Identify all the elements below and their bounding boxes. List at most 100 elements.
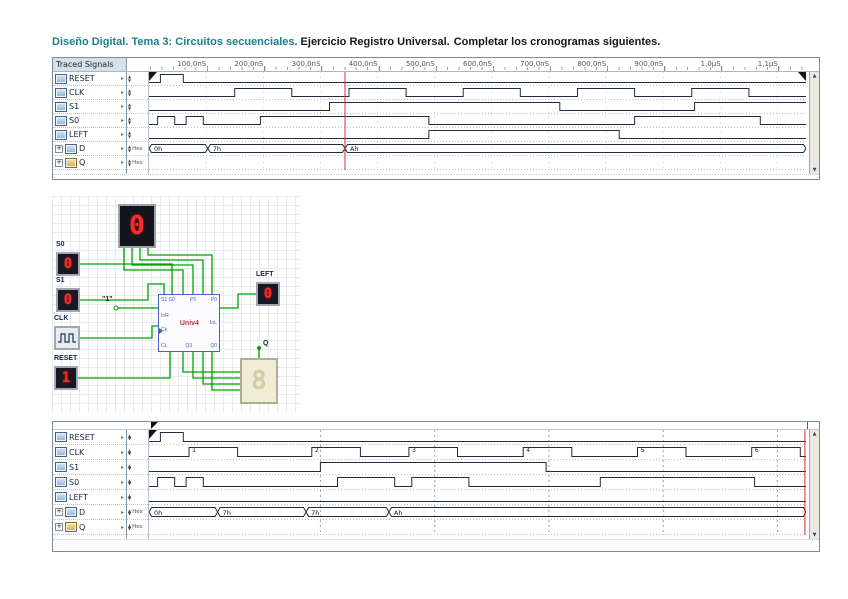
scale-arrows-icon[interactable]: ▲▼ <box>128 103 131 110</box>
row-scale-controls[interactable]: ▲▼ <box>127 128 148 142</box>
expand-icon[interactable]: + <box>55 508 63 516</box>
wave-reset <box>149 75 806 83</box>
scale-arrows-icon[interactable]: ▲▼ <box>128 89 131 96</box>
signal-direction-icon: ▸ <box>121 117 124 124</box>
signal-row-reset[interactable]: RESET▸ <box>53 72 126 86</box>
waveform-area[interactable]: 1234560h7h7hAh <box>149 430 809 539</box>
clk-label: CLK <box>54 315 68 322</box>
signal-row-q[interactable]: +Q▸ <box>53 520 126 535</box>
clock-pulse-number: 2 <box>315 447 319 454</box>
switch-s0[interactable]: 0 <box>56 252 80 276</box>
expand-icon[interactable]: + <box>55 145 63 153</box>
signal-row-d[interactable]: + D ▸ <box>53 142 126 156</box>
chip-blue-icon <box>55 130 67 140</box>
wave-clk <box>149 448 806 457</box>
ic-bottom-pins: CL Q3 Q0 <box>161 343 217 349</box>
waveform-canvas[interactable]: 0h7hAh <box>149 72 806 170</box>
row-scale-controls[interactable]: ▲▼Hex <box>127 505 148 520</box>
signal-row-clk[interactable]: CLK▸ <box>53 86 126 100</box>
ic-name: Univ4 <box>180 320 199 327</box>
row-scale-controls[interactable]: ▲▼ <box>127 490 148 505</box>
scale-arrows-icon[interactable]: ▲▼ <box>128 479 131 486</box>
ic-pin-q0: Q0 <box>210 343 217 349</box>
cursor-handle-left[interactable] <box>149 430 157 439</box>
ruler-tick-mark <box>493 66 494 71</box>
scale-arrows-icon[interactable]: ▲▼ <box>128 509 131 516</box>
display-d-digit: 0 <box>129 211 145 241</box>
row-scale-controls[interactable]: ▲▼ <box>127 100 148 114</box>
row-scale-controls[interactable]: ▲▼Hex <box>127 520 148 535</box>
signal-row-d[interactable]: +D▸ <box>53 505 126 520</box>
scroll-up-icon[interactable]: ▲ <box>813 73 817 79</box>
scroll-up-icon[interactable]: ▲ <box>813 431 817 437</box>
signal-name: LEFT <box>69 493 88 502</box>
radix-label: Hex <box>132 146 143 152</box>
switch-left[interactable]: 0 <box>256 282 280 306</box>
title-course: Diseño Digital. Tema 3: Circuitos secuen… <box>52 36 298 48</box>
clock-pulse-number: 6 <box>755 447 759 454</box>
display-q-digit: 8 <box>251 366 267 396</box>
scale-arrows-icon[interactable]: ▲▼ <box>128 449 131 456</box>
radix-label: Hex <box>132 509 143 515</box>
scale-arrows-icon[interactable]: ▲▼ <box>128 494 131 501</box>
signal-name: RESET <box>69 74 95 83</box>
waveform-canvas[interactable]: 1234560h7h7hAh <box>149 430 806 535</box>
cursor-handle-left[interactable] <box>151 422 158 429</box>
switch-s1[interactable]: 0 <box>56 288 80 312</box>
vertical-scrollbar[interactable]: ▲ ▼ <box>809 72 819 174</box>
time-ruler[interactable]: 100,0nS200,0nS300,0nS400,0nS500,0nS600,0… <box>127 58 819 71</box>
signal-row-q[interactable]: +Q▸ <box>53 156 126 170</box>
expand-icon[interactable]: + <box>55 159 63 167</box>
row-scale-controls[interactable]: ▲▼Hex <box>127 156 148 170</box>
scale-arrows-icon[interactable]: ▲▼ <box>128 159 131 166</box>
scale-arrows-icon[interactable]: ▲▼ <box>128 117 131 124</box>
time-tick-label: 500,0nS <box>406 60 435 68</box>
row-scale-controls[interactable]: ▲▼ <box>127 86 148 100</box>
title-instruction: Completar los cronogramas siguientes. <box>454 36 661 48</box>
signal-direction-icon: ▸ <box>121 89 124 96</box>
signal-list: RESET▸CLK▸S1▸S0▸LEFT▸+D▸+Q▸ <box>53 72 127 174</box>
scale-arrows-icon[interactable]: ▲▼ <box>128 524 131 531</box>
row-scale-controls[interactable]: ▲▼ <box>127 475 148 490</box>
chip-blue-icon <box>55 102 67 112</box>
row-scale-controls[interactable]: ▲▼ <box>127 72 148 86</box>
signal-row-clk[interactable]: CLK▸ <box>53 445 126 460</box>
signal-direction-icon: ▸ <box>121 145 124 152</box>
row-scale-controls[interactable]: ▲▼ <box>127 114 148 128</box>
cursor-handle-right[interactable] <box>798 72 806 81</box>
signal-row-left[interactable]: LEFT▸ <box>53 490 126 505</box>
signal-row-s1[interactable]: S1▸ <box>53 100 126 114</box>
signal-row-s0[interactable]: S0▸ <box>53 475 126 490</box>
cursor-strip[interactable] <box>53 422 819 430</box>
signal-row-s0[interactable]: S0▸ <box>53 114 126 128</box>
scale-arrows-icon[interactable]: ▲▼ <box>128 131 131 138</box>
switch-reset[interactable]: 1 <box>54 366 78 390</box>
row-scale-controls[interactable]: ▲▼ <box>127 430 148 445</box>
ic-univ4[interactable]: S1 S0 P3 P0 InR Ck Univ4 InL CL Q3 Q0 <box>158 294 220 352</box>
scale-arrows-icon[interactable]: ▲▼ <box>128 464 131 471</box>
scale-arrows-icon[interactable]: ▲▼ <box>128 145 131 152</box>
clock-generator[interactable] <box>54 326 80 350</box>
waveform-area[interactable]: 0h7hAh <box>149 72 809 174</box>
signal-row-reset[interactable]: RESET▸ <box>53 430 126 445</box>
scroll-down-icon[interactable]: ▼ <box>813 167 817 173</box>
signal-row-left[interactable]: LEFT▸ <box>53 128 126 142</box>
row-scale-controls[interactable]: ▲▼Hex <box>127 142 148 156</box>
expand-icon[interactable]: + <box>55 523 63 531</box>
time-cursor-mark[interactable] <box>807 422 808 429</box>
row-scale-controls[interactable]: ▲▼ <box>127 460 148 475</box>
chip-orange-icon <box>65 158 77 168</box>
signal-direction-icon: ▸ <box>121 159 124 166</box>
scale-arrows-icon[interactable]: ▲▼ <box>128 434 131 441</box>
signal-name: D <box>79 144 85 153</box>
clock-pulse-number: 3 <box>412 447 416 454</box>
junction-dot <box>257 346 261 350</box>
signal-row-s1[interactable]: S1▸ <box>53 460 126 475</box>
cursor-handle-left[interactable] <box>149 72 157 81</box>
switch-s0-digit: 0 <box>64 256 72 272</box>
chip-blue-icon <box>55 74 67 84</box>
scale-arrows-icon[interactable]: ▲▼ <box>128 75 131 82</box>
scroll-down-icon[interactable]: ▼ <box>813 532 817 538</box>
row-scale-controls[interactable]: ▲▼ <box>127 445 148 460</box>
vertical-scrollbar[interactable]: ▲ ▼ <box>809 430 819 539</box>
